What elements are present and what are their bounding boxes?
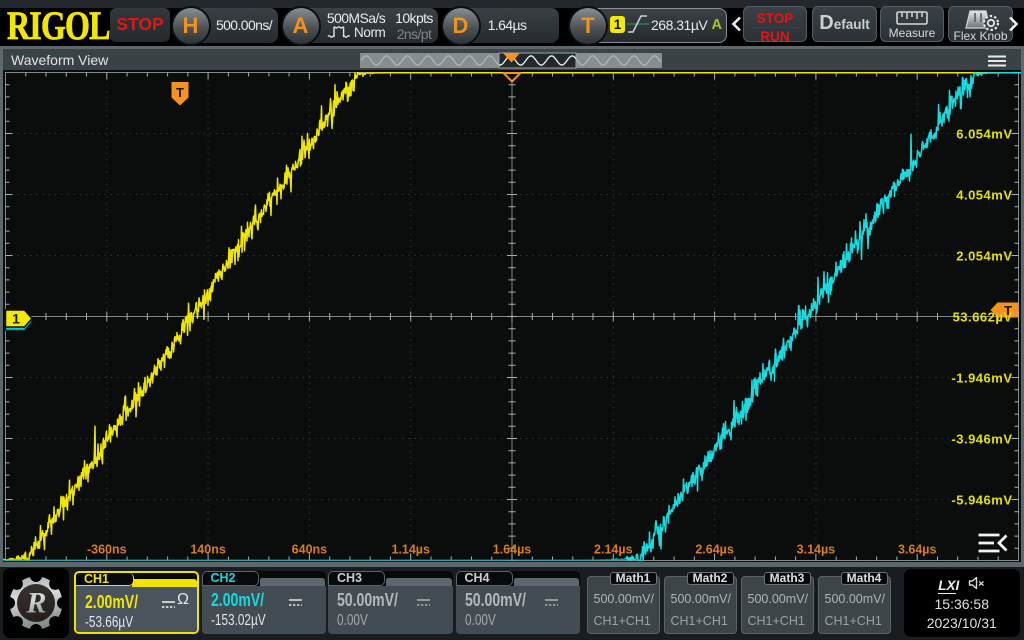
svg-text:4.054mV: 4.054mV — [956, 188, 1012, 203]
svg-text:T: T — [176, 85, 184, 100]
svg-text:2.64µs: 2.64µs — [695, 543, 734, 557]
svg-text:1.14µs: 1.14µs — [391, 543, 430, 557]
svg-text:-5.946mV: -5.946mV — [951, 493, 1012, 508]
svg-text:-360ns: -360ns — [87, 543, 127, 557]
svg-text:2.14µs: 2.14µs — [594, 543, 633, 557]
svg-text:3.14µs: 3.14µs — [797, 543, 836, 557]
svg-text:2.054mV: 2.054mV — [956, 249, 1012, 264]
svg-text:R: R — [25, 586, 46, 619]
svg-text:1: 1 — [12, 311, 20, 327]
svg-text:640ns: 640ns — [292, 543, 327, 557]
svg-text:-1.946mV: -1.946mV — [951, 371, 1012, 386]
svg-text:3.64µs: 3.64µs — [898, 543, 937, 557]
svg-text:1.64µs: 1.64µs — [493, 543, 532, 557]
svg-text:6.054mV: 6.054mV — [956, 127, 1012, 142]
svg-text:-3.946mV: -3.946mV — [951, 432, 1012, 447]
svg-text:140ns: 140ns — [190, 543, 225, 557]
svg-text:53.662µV: 53.662µV — [953, 310, 1013, 325]
